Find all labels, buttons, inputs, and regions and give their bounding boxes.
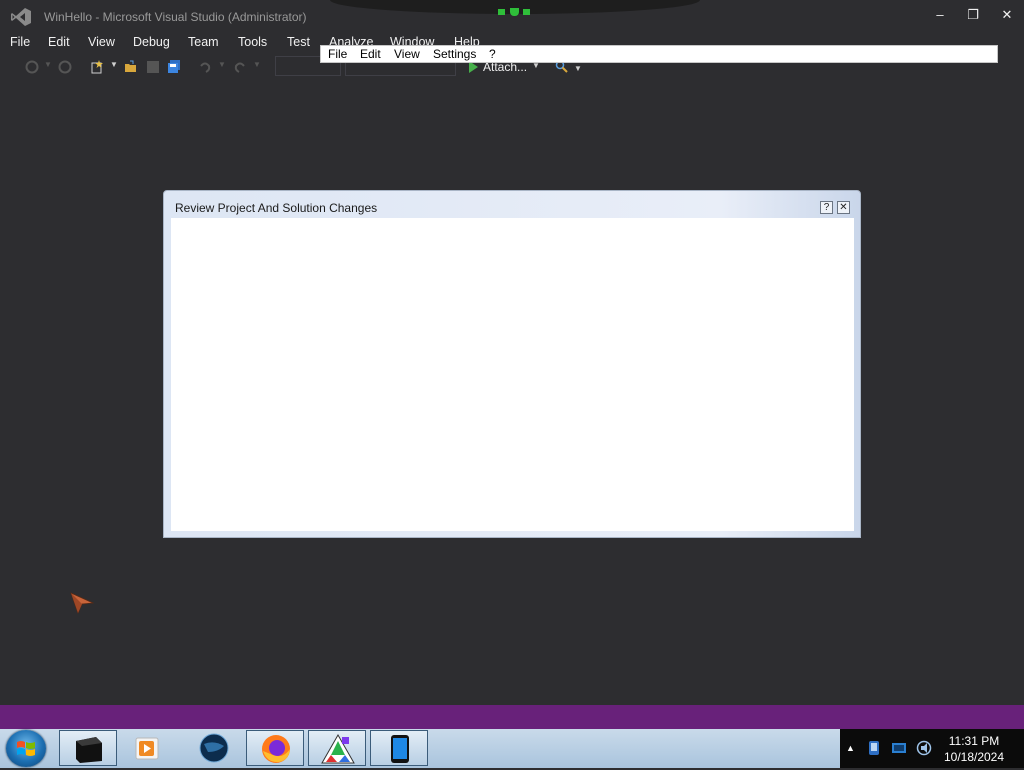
toolbar-overflow-icon[interactable]: ▼ — [574, 64, 582, 73]
taskbar-terminal-app[interactable] — [59, 730, 117, 766]
dialog-title: Review Project And Solution Changes — [175, 201, 378, 215]
menu-tools[interactable]: Tools — [238, 35, 267, 49]
show-hidden-icons-button[interactable]: ▲ — [846, 743, 855, 753]
network-icon[interactable] — [866, 740, 882, 756]
menu-file[interactable]: File — [10, 35, 30, 49]
open-file-icon[interactable] — [124, 60, 138, 74]
volume-icon[interactable] — [916, 740, 932, 756]
menu-test[interactable]: Test — [287, 35, 310, 49]
notch-indicator — [523, 9, 530, 15]
save-all-icon[interactable] — [167, 60, 181, 74]
vs-status-bar — [0, 705, 1024, 729]
mouse-cursor-icon — [70, 592, 94, 614]
clock-date[interactable]: 10/18/2024 — [938, 750, 1010, 764]
taskbar-firefox-app[interactable] — [246, 730, 304, 766]
overlay-menu-bar: File Edit View Settings ? — [320, 45, 998, 63]
windows-logo-icon — [17, 741, 35, 756]
overlay-menu-help[interactable]: ? — [489, 47, 496, 61]
menu-team[interactable]: Team — [188, 35, 219, 49]
display-icon[interactable] — [891, 740, 907, 756]
minimize-button[interactable]: – — [927, 6, 953, 24]
visual-studio-logo-icon — [11, 8, 31, 26]
overlay-menu-settings[interactable]: Settings — [433, 47, 476, 61]
redo-icon[interactable] — [233, 60, 247, 74]
restore-button[interactable]: ❐ — [960, 6, 986, 24]
media-player-icon — [135, 737, 159, 760]
taskbar-device-app[interactable] — [370, 730, 428, 766]
overlay-menu-file[interactable]: File — [328, 47, 347, 61]
dialog-content-area — [171, 218, 854, 531]
paint-icon — [321, 733, 355, 764]
dialog-help-button[interactable]: ? — [820, 201, 833, 214]
forward-icon[interactable] — [58, 60, 72, 74]
undo-dropdown-icon[interactable]: ▼ — [218, 60, 226, 69]
clock-time[interactable]: 11:31 PM — [942, 734, 1006, 748]
taskbar: ▲ 11:31 PM 10/18/2024 — [0, 729, 1024, 768]
notch-indicator — [510, 8, 519, 16]
terminal-icon — [76, 737, 102, 763]
overlay-menu-view[interactable]: View — [394, 47, 420, 61]
review-changes-dialog: Review Project And Solution Changes ? ✕ — [163, 190, 861, 538]
redo-dropdown-icon[interactable]: ▼ — [253, 60, 261, 69]
device-icon — [391, 735, 409, 763]
close-button[interactable]: ✕ — [994, 6, 1020, 24]
undo-icon[interactable] — [198, 60, 212, 74]
save-icon[interactable] — [146, 60, 160, 74]
new-project-icon[interactable] — [90, 60, 104, 74]
overlay-menu-edit[interactable]: Edit — [360, 47, 381, 61]
top-notch — [330, 0, 700, 16]
back-icon[interactable] — [25, 60, 39, 74]
new-dropdown-icon[interactable]: ▼ — [110, 60, 118, 69]
title-bar: WinHello - Microsoft Visual Studio (Admi… — [0, 0, 1024, 32]
taskbar-globe-app[interactable] — [184, 730, 242, 766]
globe-icon — [199, 733, 229, 763]
taskbar-paint-app[interactable] — [308, 730, 366, 766]
taskbar-media-player-app[interactable] — [121, 730, 179, 766]
notch-indicator — [498, 9, 505, 15]
back-dropdown-icon[interactable]: ▼ — [44, 60, 52, 69]
menu-view[interactable]: View — [88, 35, 115, 49]
menu-debug[interactable]: Debug — [133, 35, 170, 49]
menu-edit[interactable]: Edit — [48, 35, 70, 49]
window-title: WinHello - Microsoft Visual Studio (Admi… — [44, 10, 307, 24]
dialog-close-button[interactable]: ✕ — [837, 201, 850, 214]
start-button[interactable] — [6, 730, 46, 767]
firefox-icon — [262, 735, 290, 763]
